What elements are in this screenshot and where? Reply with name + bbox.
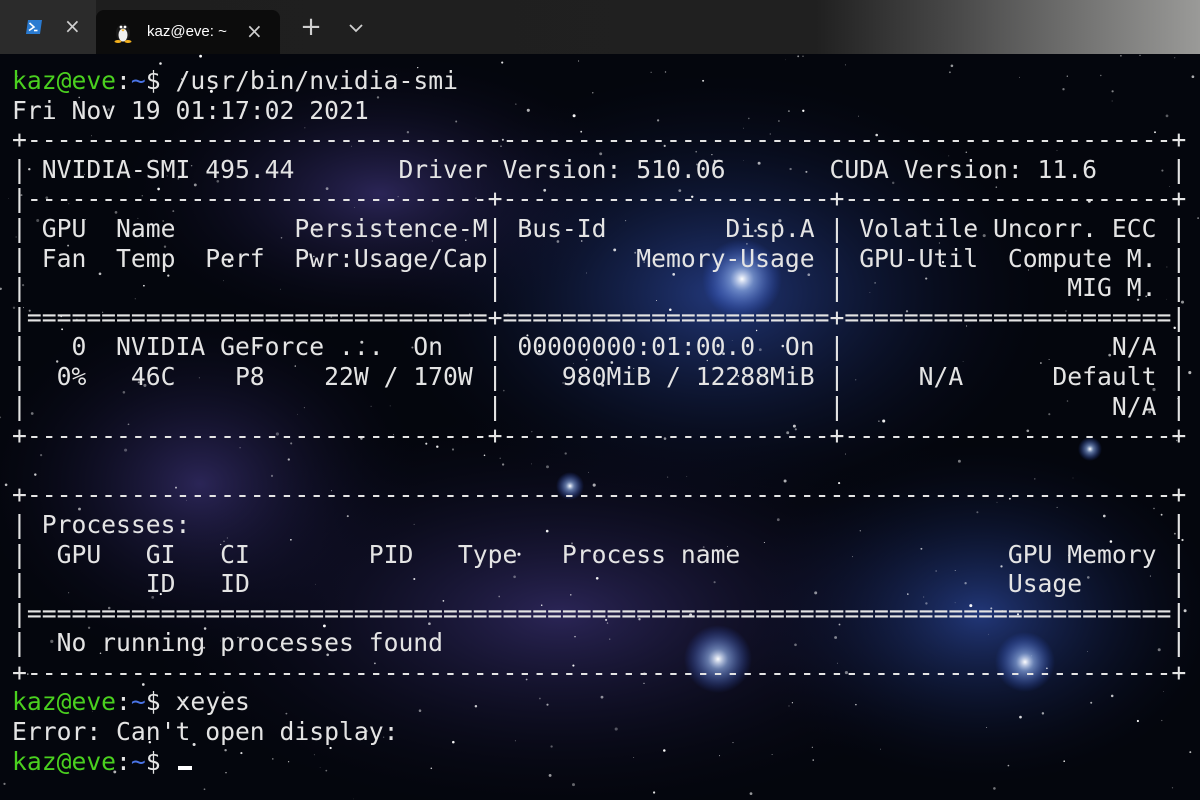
output-line: | Fan Temp Perf Pwr:Usage/Cap| Memory-Us… <box>12 243 1187 273</box>
output-line: Fri Nov 19 01:17:02 2021 <box>12 95 369 125</box>
output-line: +---------------------------------------… <box>12 125 1187 155</box>
prompt-line-1: kaz@eve:~$ /usr/bin/nvidia-smi <box>12 66 458 95</box>
output-line: | NVIDIA-SMI 495.44 Driver Version: 510.… <box>12 154 1187 184</box>
chevron-down-icon[interactable] <box>346 18 366 38</box>
tux-icon <box>114 24 132 43</box>
tab-linux[interactable]: kaz@eve: ~ × <box>96 10 280 54</box>
prompt-line-2: kaz@eve:~$ xeyes <box>12 687 250 717</box>
output-line: | ID ID Usage | <box>12 569 1187 599</box>
error-line: Error: Can't open display: <box>12 717 399 747</box>
text-cursor <box>177 765 192 770</box>
output-line: +---------------------------------------… <box>12 480 1187 510</box>
output-line: | 0 NVIDIA GeForce ... On | 00000000:01:… <box>12 332 1187 362</box>
output-line: | GPU GI CI PID Type Process name GPU Me… <box>12 539 1187 569</box>
output-line: +---------------------------------------… <box>12 657 1187 687</box>
powershell-icon <box>26 20 42 34</box>
output-line: |=======================================… <box>12 598 1187 628</box>
close-tab-linux-icon[interactable]: × <box>246 21 263 41</box>
terminal-pane[interactable]: kaz@eve:~$ /usr/bin/nvidia-smi Fri Nov 1… <box>0 54 1200 800</box>
output-line: | 0% 46C P8 22W / 170W | 980MiB / 12288M… <box>12 361 1187 391</box>
command-text: /usr/bin/nvidia-smi <box>175 66 458 95</box>
output-line: | Processes: | <box>12 509 1187 539</box>
close-tab-powershell-icon[interactable]: × <box>64 16 81 36</box>
tab-title: kaz@eve: ~ <box>147 23 227 40</box>
tab-powershell[interactable]: × <box>0 0 96 54</box>
terminal-output: kaz@eve:~$ /usr/bin/nvidia-smi Fri Nov 1… <box>12 66 1192 776</box>
new-tab-plus-icon[interactable]: + <box>300 14 322 40</box>
output-line: | | | N/A | <box>12 391 1187 421</box>
output-line: | No running processes found | <box>12 628 1187 658</box>
output-line: | | | MIG M. | <box>12 273 1187 303</box>
tab-bar: × kaz@eve: ~ × + <box>0 0 1200 54</box>
command-text: xeyes <box>175 687 250 717</box>
output-line: |===============================+=======… <box>12 302 1187 332</box>
output-line: |-------------------------------+-------… <box>12 184 1187 214</box>
prompt-line-3[interactable]: kaz@eve:~$ <box>12 747 1192 777</box>
output-line: | GPU Name Persistence-M| Bus-Id Disp.A … <box>12 213 1187 243</box>
output-line: +-------------------------------+-------… <box>12 421 1187 451</box>
